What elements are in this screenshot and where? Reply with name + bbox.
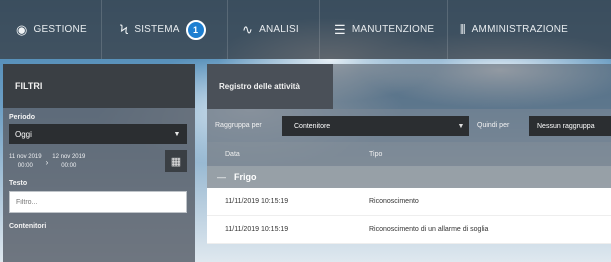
filters-panel: FILTRI Periodo Oggi ▼ 11 nov 2019 00:00 … xyxy=(3,64,195,262)
date-to[interactable]: 12 nov 2019 00:00 xyxy=(52,153,85,171)
group-name: Frigo xyxy=(234,172,257,182)
eye-icon: ◉ xyxy=(16,21,28,37)
date-to-date: 12 nov 2019 xyxy=(52,154,86,160)
group-by-select[interactable]: Contenitore ▼ xyxy=(282,116,469,136)
then-by-value: Nessun raggruppa xyxy=(537,122,595,130)
column-header-data[interactable]: Data xyxy=(225,151,240,158)
top-navigation: ◉ GESTIONE ϟ SISTEMA 1 ∿ ANALISI ☰ MANUT… xyxy=(0,0,611,59)
nav-amministrazione-label: AMMINISTRAZIONE xyxy=(471,24,569,35)
nav-analisi[interactable]: ∿ ANALISI xyxy=(228,0,320,59)
notification-badge: 1 xyxy=(185,19,206,40)
nav-manutenzione[interactable]: ☰ MANUTENZIONE xyxy=(320,0,448,59)
table-header: Data Tipo xyxy=(207,142,611,166)
cell-data: 11/11/2019 10:15:19 xyxy=(225,198,289,205)
date-from-time: 00:00 xyxy=(17,163,33,169)
tab-bar: Registro delle attività xyxy=(207,64,611,109)
testo-input[interactable] xyxy=(9,191,187,213)
calendar-icon: ▦ xyxy=(170,155,182,168)
calendar-button[interactable]: ▦ xyxy=(165,150,187,172)
grouping-bar: Raggruppa per Contenitore ▼ Quindi per N… xyxy=(207,109,611,142)
then-by-label: Quindi per xyxy=(477,122,510,129)
lightning-icon: ϟ xyxy=(120,22,129,37)
date-from-date: 11 nov 2019 xyxy=(9,154,42,160)
nav-sistema-label: SISTEMA xyxy=(134,24,180,35)
date-from[interactable]: 11 nov 2019 00:00 xyxy=(9,153,42,171)
cell-tipo: Riconoscimento xyxy=(369,198,419,205)
cell-data: 11/11/2019 10:15:19 xyxy=(225,226,289,233)
then-by-select[interactable]: Nessun raggruppa xyxy=(529,116,611,136)
chevron-right-icon: › xyxy=(45,157,49,167)
contenitori-label: Contenitori xyxy=(9,223,47,230)
table-row[interactable]: 11/11/2019 10:15:19 Riconoscimento xyxy=(207,188,611,216)
group-by-label: Raggruppa per xyxy=(215,122,262,129)
periodo-label: Periodo xyxy=(9,114,36,121)
sliders-icon: ⫴ xyxy=(460,21,466,37)
column-header-tipo[interactable]: Tipo xyxy=(369,151,382,158)
nav-amministrazione[interactable]: ⫴ AMMINISTRAZIONE xyxy=(448,0,611,59)
date-range: 11 nov 2019 00:00 › 12 nov 2019 00:00 ▦ xyxy=(9,150,195,174)
nav-manutenzione-label: MANUTENZIONE xyxy=(351,24,435,35)
periodo-select[interactable]: Oggi ▼ xyxy=(9,124,187,144)
testo-label: Testo xyxy=(9,180,28,187)
chevron-down-icon: ▼ xyxy=(457,122,465,130)
cell-tipo: Riconoscimento di un allarme di soglia xyxy=(369,226,489,233)
list-icon: ☰ xyxy=(334,21,346,37)
nav-analisi-label: ANALISI xyxy=(259,24,299,35)
nav-gestione-label: GESTIONE xyxy=(33,24,87,35)
nav-sistema[interactable]: ϟ SISTEMA 1 xyxy=(102,0,228,59)
main-panel: Registro delle attività Raggruppa per Co… xyxy=(207,64,611,262)
collapse-icon[interactable]: — xyxy=(217,172,226,182)
periodo-select-value: Oggi xyxy=(15,129,32,139)
filters-title: FILTRI xyxy=(3,64,195,108)
nav-gestione[interactable]: ◉ GESTIONE xyxy=(0,0,102,59)
group-header-row[interactable]: — Frigo xyxy=(207,166,611,188)
group-by-value: Contenitore xyxy=(294,122,331,130)
line-chart-icon: ∿ xyxy=(242,21,254,37)
date-to-time: 00:00 xyxy=(61,163,77,169)
tab-registro-attivita[interactable]: Registro delle attività xyxy=(207,64,333,109)
table-row[interactable]: 11/11/2019 10:15:19 Riconoscimento di un… xyxy=(207,216,611,244)
chevron-down-icon: ▼ xyxy=(173,130,181,138)
